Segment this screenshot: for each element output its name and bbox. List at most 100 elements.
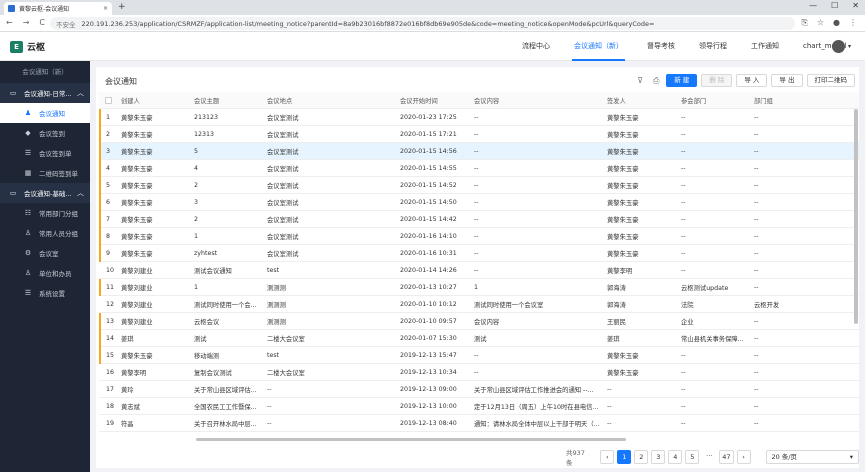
sidebar-item-meeting-room[interactable]: ⚙ 会议室: [0, 243, 90, 263]
profile-icon[interactable]: ●: [833, 18, 840, 28]
export-button[interactable]: 导 出: [771, 74, 803, 87]
filter-icon[interactable]: ⊽: [634, 76, 646, 85]
table-row[interactable]: 19 符晶 关于召开林水局中层... -- 2019-12-13 08:40 通知：请林水…: [99, 415, 859, 432]
table-row[interactable]: 5 黄黎朱玉豪 2 会议室测试 2020-01-15 14:52 -- 黄黎朱玉豪 -- --: [99, 177, 859, 194]
sidebar-item-meeting-notice[interactable]: ♟ 会议通知: [0, 103, 90, 123]
page-4-button[interactable]: 4: [668, 450, 683, 464]
table-cell-topic[interactable]: 5: [194, 148, 260, 155]
topnav-supervision[interactable]: 督导考核: [635, 32, 687, 61]
column-header[interactable]: 创建人: [121, 96, 187, 105]
back-icon[interactable]: ←: [6, 18, 13, 27]
table-row[interactable]: 1 黄黎朱玉豪 213123 会议室测试 2020-01-23 17:25 -- 黄黎朱玉豪…: [99, 109, 859, 126]
table-cell-creator: 黄黎朱玉豪: [121, 216, 153, 224]
table-cell-topic[interactable]: 关于常山县区域评估...: [194, 385, 260, 394]
table-cell-topic[interactable]: zyhtest: [194, 250, 260, 257]
table-cell-topic[interactable]: 关于召开林水局中层...: [194, 419, 260, 428]
sidebar-item-person-group[interactable]: ♙ 常用人员分组: [0, 223, 90, 243]
page-3-button[interactable]: 3: [651, 450, 666, 464]
url-field[interactable]: 不安全 220.191.236.253/application/CSRMZF/a…: [50, 17, 795, 30]
table-row[interactable]: 6 黄黎朱玉豪 3 会议室测试 2020-01-15 14:50 -- 黄黎朱玉豪 -- --: [99, 194, 859, 211]
vertical-scrollbar[interactable]: [854, 109, 858, 324]
user-avatar[interactable]: [832, 40, 845, 53]
sidebar-item-checkin-list[interactable]: ☰ 会议签到单: [0, 143, 90, 163]
table-cell-topic[interactable]: 213123: [194, 114, 260, 121]
sidebar-group-basic[interactable]: ▭ 会议通知-基础... ︿: [0, 183, 90, 203]
forward-icon[interactable]: →: [23, 18, 30, 27]
table-row[interactable]: 11 黄黎刘建业 1 测测测 2020-01-13 10:27 1 郭海涛 云枢测试updat…: [99, 279, 859, 296]
table-row[interactable]: 12 黄黎刘建业 测试同时使用一个会... 测测测 2020-01-10 10:12 测试…: [99, 296, 859, 313]
sidebar-item-dept-group[interactable]: ☷ 常用部门分组: [0, 203, 90, 223]
table-row[interactable]: 4 黄黎朱玉豪 4 会议室测试 2020-01-15 14:55 -- 黄黎朱玉豪 -- --: [99, 160, 859, 177]
column-header[interactable]: 会议开始时间: [400, 96, 468, 105]
table-cell-topic[interactable]: 3: [194, 199, 260, 206]
table-cell-topic[interactable]: 移动端测: [194, 351, 260, 360]
column-header[interactable]: 会议内容: [474, 96, 602, 105]
page-5-button[interactable]: 5: [685, 450, 700, 464]
table-cell-topic[interactable]: 测试: [194, 334, 260, 343]
table-cell-topic[interactable]: 测试会议通知: [194, 266, 260, 275]
table-row[interactable]: 13 黄黎刘建业 云枢会议 测测测 2020-01-10 09:57 会议内容 王丽民 企业 -…: [99, 313, 859, 330]
close-window-icon[interactable]: ✕: [852, 1, 859, 10]
table-cell-topic[interactable]: 测试同时使用一个会...: [194, 300, 260, 309]
delete-button[interactable]: 删 除: [701, 74, 733, 87]
topnav-leader-schedule[interactable]: 领导行程: [687, 32, 739, 61]
new-tab-button[interactable]: +: [118, 2, 126, 12]
browser-tab[interactable]: 黄黎云枢-会议通知 ×: [4, 2, 112, 15]
print-qrcode-button[interactable]: 打印二维码: [806, 74, 855, 87]
column-header[interactable]: 会议主题: [194, 96, 260, 105]
menu-icon[interactable]: ⋮: [849, 18, 857, 28]
reload-icon[interactable]: C: [39, 18, 45, 27]
app-logo[interactable]: E 云枢: [10, 40, 45, 53]
print-icon[interactable]: ⎙: [650, 76, 662, 86]
table-cell-topic[interactable]: 2: [194, 182, 260, 189]
column-header[interactable]: 会议地点: [267, 96, 391, 105]
table-row[interactable]: 17 黄玲 关于常山县区域评估... -- 2019-12-13 09:00 关于常山县区…: [99, 381, 859, 398]
table-row[interactable]: 15 黄黎朱玉豪 移动端测 test 2019-12-13 15:47 -- 黄黎朱玉豪 --…: [99, 347, 859, 364]
horizontal-scrollbar[interactable]: [196, 438, 626, 441]
sidebar-item-unit-staff[interactable]: ♙ 单位和办员: [0, 263, 90, 283]
topnav-meeting-notice[interactable]: 会议通知（新）: [562, 32, 635, 61]
table-row[interactable]: 10 黄黎刘建业 测试会议通知 test 2020-01-14 14:26 -- 黄黎李明 -…: [99, 262, 859, 279]
avatar-caret-icon[interactable]: ▾: [848, 43, 851, 50]
tab-close-icon[interactable]: ×: [103, 5, 108, 12]
table-cell-topic[interactable]: 2: [194, 216, 260, 223]
import-button[interactable]: 导 入: [736, 74, 768, 87]
minimize-icon[interactable]: —: [809, 1, 817, 10]
select-all-checkbox[interactable]: [105, 96, 112, 104]
table-row[interactable]: 2 黄黎朱玉豪 12313 会议室测试 2020-01-15 17:21 -- 黄黎朱玉豪 -…: [99, 126, 859, 143]
sidebar-item-meeting-checkin[interactable]: ◆ 会议签到: [0, 123, 90, 143]
table-cell-topic[interactable]: 1: [194, 284, 260, 291]
table-row[interactable]: 18 黄志斌 全国农民工工作暨保... -- 2019-12-13 10:00 定于12月…: [99, 398, 859, 415]
sidebar-item-qrcode-list[interactable]: ▦ 二维码签到单: [0, 163, 90, 183]
translate-icon[interactable]: ⎘: [801, 18, 807, 28]
column-header[interactable]: 签发人: [607, 96, 675, 105]
table-row[interactable]: 16 黄黎李明 复制会议测试 二楼大会议室 2019-12-13 10:34 -- 黄黎朱玉…: [99, 364, 859, 381]
page-size-select[interactable]: 20 条/页: [765, 450, 860, 464]
last-page-button[interactable]: 47: [719, 450, 734, 464]
table-row[interactable]: 8 黄黎朱玉豪 1 会议室测试 2020-01-16 14:10 -- 黄黎朱玉豪 -- --: [99, 228, 859, 245]
table-cell-topic[interactable]: 4: [194, 165, 260, 172]
table-row[interactable]: 9 黄黎朱玉豪 zyhtest 会议室测试 2020-01-16 10:31 -- 黄黎朱玉…: [99, 245, 859, 262]
table-cell-topic[interactable]: 1: [194, 233, 260, 240]
page-2-button[interactable]: 2: [634, 450, 649, 464]
maximize-icon[interactable]: ☐: [831, 1, 838, 10]
next-page-button[interactable]: ›: [736, 450, 751, 464]
topnav-work-notice[interactable]: 工作通知: [739, 32, 791, 61]
table-row[interactable]: 7 黄黎朱玉豪 2 会议室测试 2020-01-15 14:42 -- 黄黎朱玉豪 -- --: [99, 211, 859, 228]
bookmark-star-icon[interactable]: ☆: [817, 18, 824, 28]
table-cell-topic[interactable]: 复制会议测试: [194, 368, 260, 377]
column-header[interactable]: 参会部门: [681, 96, 747, 105]
topnav-process-center[interactable]: 流程中心: [510, 32, 562, 61]
table-cell-topic[interactable]: 全国农民工工作暨保...: [194, 402, 260, 411]
table-cell-topic[interactable]: 12313: [194, 131, 260, 138]
table-row[interactable]: 14 姜琪 测试 二楼大会议室 2020-01-07 15:30 测试 姜琪 常山县机关事务保…: [99, 330, 859, 347]
table-row[interactable]: 3 黄黎朱玉豪 5 会议室测试 2020-01-15 14:56 -- 黄黎朱玉豪 -- --: [99, 143, 859, 160]
sidebar-group-daily[interactable]: ▭ 会议通知-日常... ︿: [0, 83, 90, 103]
prev-page-button[interactable]: ‹: [600, 450, 615, 464]
page-1-button[interactable]: 1: [617, 450, 632, 464]
new-button[interactable]: 新 建: [666, 74, 698, 87]
page-ellipsis[interactable]: ···: [702, 450, 717, 464]
table-cell-topic[interactable]: 云枢会议: [194, 317, 260, 326]
sidebar-item-settings[interactable]: ☰ 系统设置: [0, 283, 90, 303]
column-header[interactable]: 部门组: [754, 96, 850, 105]
